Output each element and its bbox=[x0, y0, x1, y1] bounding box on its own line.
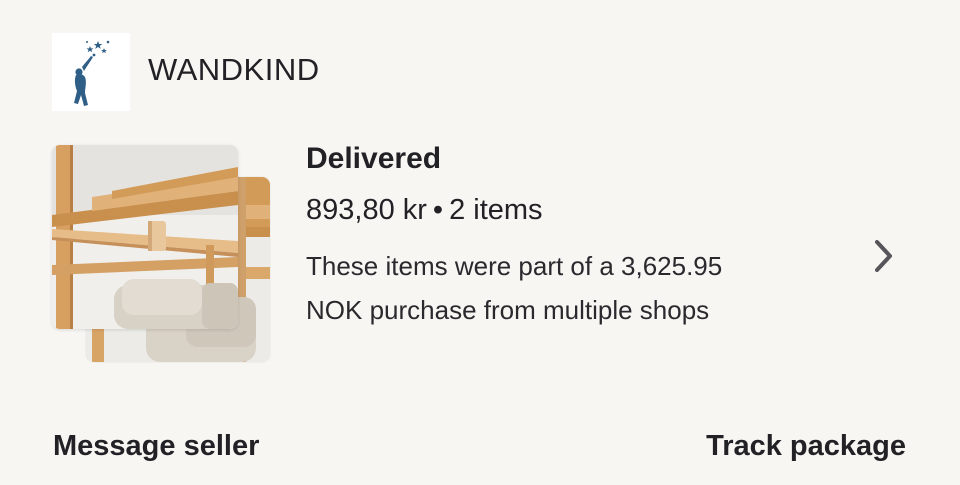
child-reaching-stars-icon bbox=[74, 40, 110, 106]
shop-name[interactable]: WANDKIND bbox=[148, 52, 320, 88]
item-count: 2 items bbox=[449, 194, 543, 226]
chevron-right-icon[interactable] bbox=[868, 236, 900, 276]
purchase-note: These items were part of a 3,625.95 NOK … bbox=[306, 251, 723, 325]
track-package-button[interactable]: Track package bbox=[706, 430, 906, 463]
order-price: 893,80 kr bbox=[306, 194, 427, 226]
wooden-rail-photo-front[interactable] bbox=[52, 145, 238, 329]
message-seller-button[interactable]: Message seller bbox=[53, 430, 259, 463]
order-status: Delivered bbox=[306, 142, 442, 175]
price-summary: 893,80 kr • 2 items bbox=[306, 194, 543, 227]
separator-dot: • bbox=[432, 194, 444, 226]
shop-logo[interactable] bbox=[52, 33, 130, 111]
order-card[interactable]: WANDKIND Delivered 893,80 kr • 2 items T… bbox=[0, 0, 960, 485]
